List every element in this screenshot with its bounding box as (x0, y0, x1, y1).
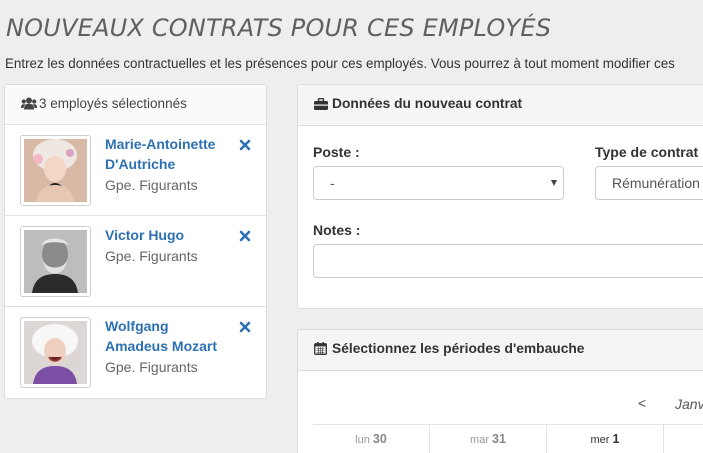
employees-count-label: 3 employés sélectionnés (39, 96, 187, 111)
calendar-day-name: mer (590, 434, 613, 446)
calendar-day-name: lun (355, 434, 373, 446)
caret-down-icon (551, 180, 557, 186)
employee-group: Gpe. Figurants (105, 248, 198, 264)
employee-group: Gpe. Figurants (105, 177, 198, 193)
employee-name-link[interactable]: Victor Hugo (105, 225, 230, 245)
employees-panel-header: 3 employés sélectionnés (5, 85, 266, 125)
employee-name-link[interactable]: Marie-Antoinette D'Autriche (105, 134, 230, 174)
selected-employees-panel: 3 employés sélectionnés Marie-Antoinette… (4, 84, 267, 399)
poste-label: Poste : (313, 144, 360, 160)
calendar-day-name: mar (470, 434, 493, 446)
employee-row: Wolfgang Amadeus Mozart Gpe. Figurants (5, 307, 266, 398)
contract-type-select[interactable]: Rémunération (595, 166, 703, 200)
calendar-panel-title: Sélectionnez les périodes d'embauche (332, 341, 585, 356)
calendar-panel-header: Sélectionnez les périodes d'embauche (298, 330, 703, 371)
users-icon (21, 97, 39, 113)
employee-name-link[interactable]: Wolfgang Amadeus Mozart (105, 316, 230, 356)
remove-icon[interactable] (239, 229, 251, 243)
briefcase-icon (314, 97, 332, 113)
contract-panel-header: Données du nouveau contrat (298, 85, 703, 126)
page-title: NOUVEAUX CONTRATS POUR CES EMPLOYÉS (6, 14, 552, 42)
calendar-day[interactable]: mer 1 (547, 425, 664, 453)
employee-group: Gpe. Figurants (105, 359, 198, 375)
remove-icon[interactable] (239, 138, 251, 152)
contract-type-value: Rémunération (612, 175, 700, 191)
poste-select[interactable]: - (313, 166, 564, 200)
page-intro: Entrez les données contractuelles et les… (5, 56, 675, 71)
employee-row: Victor Hugo Gpe. Figurants (5, 216, 266, 307)
calendar-day[interactable]: lun 30 (313, 425, 430, 453)
avatar (20, 226, 91, 297)
calendar-day-number: 30 (372, 432, 387, 446)
contract-type-label: Type de contrat : (595, 144, 703, 160)
contract-panel-title: Données du nouveau contrat (332, 96, 523, 111)
new-contract-panel: Données du nouveau contrat Poste : - Typ… (297, 84, 703, 309)
notes-field[interactable] (313, 244, 703, 278)
remove-icon[interactable] (239, 320, 251, 334)
hiring-periods-panel: Sélectionnez les périodes d'embauche < J… (297, 329, 703, 453)
notes-label: Notes : (313, 222, 361, 238)
avatar (20, 135, 91, 206)
calendar-day-number: 1 (612, 432, 620, 446)
employee-row: Marie-Antoinette D'Autriche Gpe. Figuran… (5, 125, 266, 216)
calendar-icon (314, 342, 332, 358)
poste-select-value: - (330, 175, 335, 191)
calendar-prev-button[interactable]: < (638, 395, 646, 411)
calendar-month-label: Janvier (675, 396, 703, 412)
calendar-days-row: lun 30 mar 31 mer 1 (313, 424, 703, 453)
avatar (20, 317, 91, 388)
calendar-day-number: 31 (492, 432, 506, 446)
calendar-day[interactable]: mar 31 (430, 425, 547, 453)
